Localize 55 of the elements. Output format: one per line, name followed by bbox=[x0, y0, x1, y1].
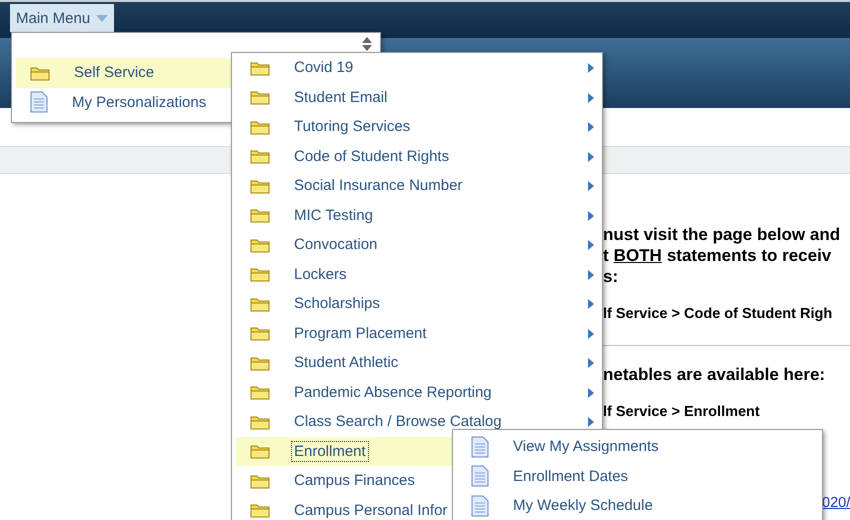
menu-item[interactable]: Program Placement bbox=[236, 318, 602, 348]
instruction-text: t BOTH statements to receiv bbox=[603, 245, 832, 266]
folder-icon bbox=[250, 178, 270, 194]
menu-item[interactable]: Lockers bbox=[236, 260, 602, 289]
document-icon bbox=[471, 465, 489, 488]
folder-icon bbox=[250, 89, 270, 106]
menu-item[interactable]: Code of Student Rights bbox=[236, 142, 602, 171]
submenu-arrow-icon bbox=[588, 63, 594, 73]
submenu-arrow-icon bbox=[588, 240, 594, 250]
submenu-arrow-icon bbox=[588, 358, 594, 368]
folder-icon bbox=[250, 60, 270, 76]
folder-icon bbox=[250, 236, 270, 253]
folder-icon bbox=[250, 148, 270, 164]
submenu-arrow-icon bbox=[588, 210, 594, 220]
submenu-arrow-icon bbox=[588, 417, 594, 427]
submenu-arrow-icon bbox=[588, 122, 594, 132]
menu-item[interactable]: Pandemic Absence Reporting bbox=[236, 378, 602, 407]
folder-icon bbox=[250, 266, 270, 282]
menu-item[interactable]: My Weekly Schedule bbox=[457, 491, 822, 520]
folder-icon bbox=[30, 64, 50, 81]
main-menu-button[interactable]: Main Menu bbox=[10, 4, 114, 32]
scroll-arrows-icon bbox=[362, 37, 372, 51]
menu-item[interactable]: Social Insurance Number bbox=[236, 171, 602, 200]
folder-icon bbox=[250, 384, 270, 400]
submenu-arrow-icon bbox=[588, 299, 594, 309]
submenu-arrow-icon bbox=[588, 270, 594, 280]
instruction-text: nust visit the page below and bbox=[603, 224, 840, 245]
menu-item[interactable]: Scholarships bbox=[236, 289, 602, 318]
document-icon bbox=[30, 91, 48, 114]
folder-icon bbox=[250, 443, 270, 460]
document-icon bbox=[471, 494, 489, 517]
dropdown-caret-icon bbox=[96, 14, 108, 22]
menu-item[interactable]: Convocation bbox=[236, 230, 602, 260]
submenu-arrow-icon bbox=[588, 388, 594, 398]
folder-icon bbox=[250, 118, 270, 135]
submenu-arrow-icon bbox=[588, 328, 594, 338]
instruction-text: netables are available here: bbox=[603, 364, 826, 385]
submenu-arrow-icon bbox=[588, 152, 594, 162]
submenu-arrow-icon bbox=[588, 92, 594, 102]
folder-icon bbox=[250, 354, 270, 371]
folder-icon bbox=[250, 502, 270, 518]
submenu-arrow-icon bbox=[588, 181, 594, 191]
folder-icon bbox=[250, 472, 270, 489]
folder-icon bbox=[250, 207, 270, 224]
link[interactable]: 020/ bbox=[822, 493, 850, 514]
navigation-path: lf Service > Enrollment bbox=[603, 403, 760, 422]
folder-icon bbox=[250, 296, 270, 312]
folder-icon bbox=[250, 325, 270, 342]
menu-item[interactable]: Student Athletic bbox=[236, 348, 602, 378]
document-icon bbox=[471, 436, 489, 458]
menu-item[interactable]: MIC Testing bbox=[236, 200, 602, 230]
folder-icon bbox=[250, 414, 270, 430]
navigation-path: lf Service > Code of Student Righ bbox=[603, 305, 832, 324]
menu-item[interactable]: Tutoring Services bbox=[236, 112, 602, 142]
instruction-text: s: bbox=[603, 266, 618, 287]
